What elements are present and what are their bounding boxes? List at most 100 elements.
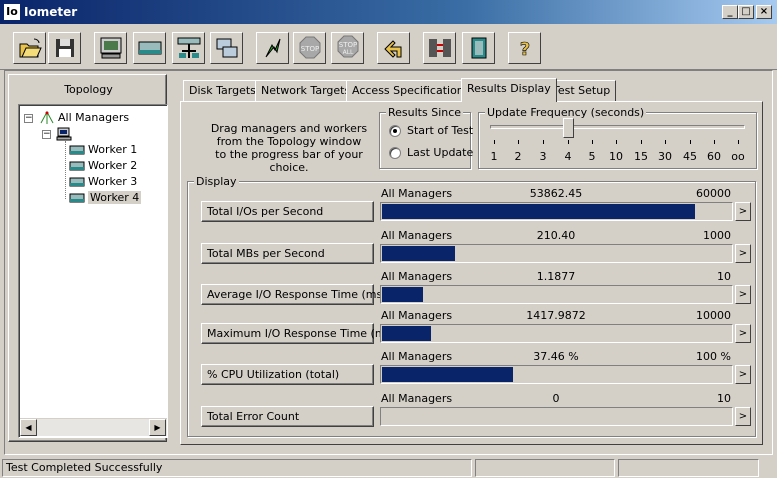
disconnect-button[interactable] bbox=[423, 32, 456, 64]
stop-all-button[interactable]: STOP ALL bbox=[331, 32, 364, 64]
metric-progress-bar[interactable] bbox=[380, 407, 733, 426]
window-title: Iometer bbox=[24, 5, 78, 19]
tree-label-worker-1: Worker 1 bbox=[88, 143, 138, 156]
manager-expander[interactable]: − bbox=[42, 130, 51, 139]
tab-network-targets[interactable]: Network Targets bbox=[255, 80, 357, 101]
save-icon bbox=[55, 39, 74, 57]
new-worker-button[interactable] bbox=[133, 32, 166, 64]
metric-progress-bar[interactable] bbox=[380, 285, 733, 304]
radio-dot-unchecked bbox=[389, 146, 401, 159]
new-worker-icon bbox=[138, 41, 161, 55]
tab-test-setup[interactable]: Test Setup bbox=[547, 80, 617, 101]
metric-select-button[interactable]: > bbox=[735, 285, 751, 304]
scroll-right-button[interactable]: ▶ bbox=[149, 419, 166, 436]
metric-progress-bar[interactable] bbox=[380, 202, 733, 221]
tree-node-worker-4[interactable]: Worker 4 bbox=[69, 190, 142, 206]
metric-select-button[interactable]: > bbox=[735, 202, 751, 221]
metric-button[interactable]: Maximum I/O Response Time (ms) bbox=[201, 323, 396, 344]
tree-node-all-managers[interactable]: All Managers bbox=[39, 110, 129, 126]
network-worker-icon bbox=[177, 37, 200, 58]
root-expander[interactable]: − bbox=[24, 114, 33, 123]
topology-horizontal-scrollbar[interactable]: ◀ ▶ bbox=[20, 418, 167, 436]
reset-workers-button[interactable] bbox=[377, 32, 410, 64]
metric-select-button[interactable]: > bbox=[735, 244, 751, 263]
slider-tick-mark bbox=[568, 140, 569, 144]
slider-tick-label: 45 bbox=[683, 150, 697, 163]
exit-icon bbox=[471, 37, 486, 59]
open-button[interactable] bbox=[13, 32, 46, 64]
network-worker-button[interactable] bbox=[172, 32, 205, 64]
minimize-button[interactable]: _ bbox=[722, 5, 738, 19]
tab-access-specifications[interactable]: Access Specifications bbox=[346, 80, 476, 101]
slider-tick-label: oo bbox=[731, 150, 745, 163]
slider-tick-label: 1 bbox=[490, 150, 498, 163]
tab-results-display[interactable]: Results Display bbox=[461, 78, 557, 102]
tree-node-worker-2[interactable]: Worker 2 bbox=[69, 158, 137, 174]
tab-disk-targets[interactable]: Disk Targets bbox=[183, 80, 262, 101]
maximize-button[interactable]: □ bbox=[738, 5, 754, 19]
slider-tick-mark bbox=[738, 140, 739, 144]
display-button[interactable] bbox=[94, 32, 127, 64]
metric-value: 53862.45 bbox=[529, 187, 583, 200]
topology-tree[interactable]: − All Managers − Worker 1 Worker 2 Worke… bbox=[18, 104, 168, 438]
metric-button[interactable]: Total I/Os per Second bbox=[201, 201, 374, 222]
metric-progress-bar[interactable] bbox=[380, 324, 733, 343]
metric-progress-bar[interactable] bbox=[380, 365, 733, 384]
metric-max: 60000 bbox=[696, 187, 731, 200]
tree-label-worker-4: Worker 4 bbox=[88, 191, 142, 204]
save-button[interactable] bbox=[48, 32, 81, 64]
tree-node-manager[interactable] bbox=[56, 126, 75, 142]
tree-node-worker-3[interactable]: Worker 3 bbox=[69, 174, 137, 190]
title-bar: Io Iometer _ □ × bbox=[0, 0, 777, 24]
slider-tick-mark bbox=[690, 140, 691, 144]
update-frequency-slider-thumb[interactable] bbox=[563, 118, 574, 138]
slider-tick-label: 5 bbox=[588, 150, 596, 163]
metric-button[interactable]: % CPU Utilization (total) bbox=[201, 364, 374, 385]
help-button[interactable]: ? bbox=[508, 32, 541, 64]
metric-source-label: All Managers bbox=[381, 229, 453, 242]
slider-tick-mark bbox=[518, 140, 519, 144]
radio-last-update[interactable]: Last Update bbox=[389, 146, 473, 159]
worker-icon bbox=[69, 193, 85, 203]
metric-select-button[interactable]: > bbox=[735, 365, 751, 384]
metric-progress-bar[interactable] bbox=[380, 244, 733, 263]
metric-max: 100 % bbox=[696, 350, 731, 363]
metric-button[interactable]: Total MBs per Second bbox=[201, 243, 374, 264]
status-bar: Test Completed Successfully bbox=[0, 457, 777, 478]
network-icon bbox=[40, 111, 54, 124]
close-button[interactable]: × bbox=[756, 5, 772, 19]
slider-tick-label: 15 bbox=[634, 150, 648, 163]
tree-label-worker-2: Worker 2 bbox=[88, 159, 138, 172]
duplicate-worker-button[interactable] bbox=[210, 32, 243, 64]
radio-start-of-test[interactable]: Start of Test bbox=[389, 124, 473, 137]
update-frequency-slider-track[interactable] bbox=[490, 125, 745, 129]
results-since-group: Results Since bbox=[379, 106, 471, 169]
start-button[interactable] bbox=[256, 32, 289, 64]
disconnect-icon bbox=[428, 39, 451, 57]
metric-select-button[interactable]: > bbox=[735, 324, 751, 343]
tree-node-worker-1[interactable]: Worker 1 bbox=[69, 142, 137, 158]
slider-tick-label: 4 bbox=[564, 150, 572, 163]
metric-button[interactable]: Total Error Count bbox=[201, 406, 374, 427]
tree-label-worker-3: Worker 3 bbox=[88, 175, 138, 188]
reset-workers-icon bbox=[383, 40, 401, 58]
slider-tick-label: 60 bbox=[707, 150, 721, 163]
display-legend: Display bbox=[194, 175, 239, 188]
stop-button[interactable]: STOP bbox=[293, 32, 326, 64]
open-icon bbox=[19, 38, 42, 58]
status-message: Test Completed Successfully bbox=[2, 459, 472, 477]
metric-button[interactable]: Average I/O Response Time (ms) bbox=[201, 284, 387, 305]
slider-tick-label: 2 bbox=[514, 150, 522, 163]
slider-tick-mark bbox=[543, 140, 544, 144]
scroll-left-button[interactable]: ◀ bbox=[20, 419, 37, 436]
status-cell-3 bbox=[618, 459, 759, 477]
metric-max: 10 bbox=[717, 392, 731, 405]
metric-max: 1000 bbox=[703, 229, 731, 242]
metric-source-label: All Managers bbox=[381, 392, 453, 405]
metric-select-button[interactable]: > bbox=[735, 407, 751, 426]
radio-label-start-of-test: Start of Test bbox=[407, 124, 474, 137]
exit-button[interactable] bbox=[462, 32, 495, 64]
status-cell-2 bbox=[475, 459, 615, 477]
metric-max: 10 bbox=[717, 270, 731, 283]
toolbar: STOP STOP ALL ? bbox=[0, 24, 777, 70]
